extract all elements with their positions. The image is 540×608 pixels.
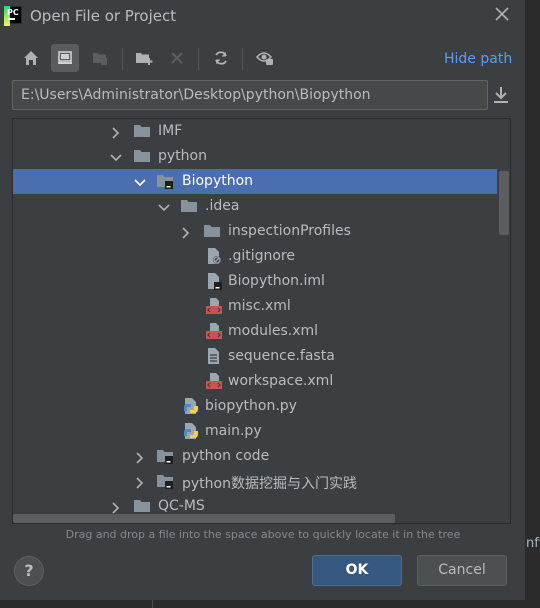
background-strip [0,600,540,608]
folder-icon [180,197,198,215]
horizontal-scrollbar[interactable] [13,514,395,523]
tree-row[interactable]: modules.xml [13,319,497,344]
tree-row-label: main.py [205,423,262,439]
pycharm-logo-icon: PC [4,6,22,26]
tree-row[interactable]: .gitignore [13,244,497,269]
xml-file-icon [205,322,223,340]
tree-row-label: QC-MS [158,498,205,514]
tree-row[interactable]: workspace.xml [13,369,497,394]
toolbar-separator [122,48,123,70]
xml-file-icon [205,372,223,390]
tree-row-label: .gitignore [228,248,295,264]
project-folder-icon [156,472,174,490]
close-icon[interactable] [492,4,512,24]
tree-row-label: .idea [205,198,240,214]
project-folder-icon [156,447,174,465]
tree-row[interactable]: main.py [13,419,497,444]
folder-icon [203,222,221,240]
tree-row-label: python数据挖掘与入门实践 [182,476,357,492]
hide-path-link[interactable]: Hide path [444,51,512,67]
background-window: nfi [526,0,540,600]
new-folder-icon[interactable] [130,44,158,72]
tree-row[interactable]: biopython.py [13,394,497,419]
tree-row-label: biopython.py [205,398,297,414]
python-file-icon [182,397,200,415]
chevron-right-icon[interactable] [133,450,147,464]
toolbar-separator [198,48,199,70]
python-file-icon [182,422,200,440]
chevron-right-icon[interactable] [109,500,123,514]
tree-row-label: workspace.xml [228,373,334,389]
tree-row-label: misc.xml [228,298,291,314]
tree-row[interactable]: sequence.fasta [13,344,497,369]
tree-row-label: IMF [158,123,183,139]
tree-row-label: modules.xml [228,323,319,339]
chevron-down-icon[interactable] [109,150,123,164]
toolbar-separator [242,48,243,70]
tree-row-label: Biopython [182,173,254,189]
tree-row-label: Biopython.iml [228,273,325,289]
tree-row-label: python [158,148,207,164]
folder-icon [133,122,151,140]
cancel-button[interactable]: Cancel [417,555,507,586]
background-text: nfi [526,536,540,551]
tree-row[interactable]: Biopython.iml [13,269,497,294]
ignored-file-icon [205,247,223,265]
help-button[interactable]: ? [14,556,44,586]
ok-button[interactable]: OK [312,555,402,586]
folder-icon [133,497,151,515]
download-icon[interactable] [490,84,512,106]
tree-row-selected[interactable]: Biopython [13,169,497,194]
tree-row[interactable]: python数据挖掘与入门实践 [13,469,497,494]
show-hidden-icon[interactable] [251,44,279,72]
tree-row[interactable]: inspectionProfiles [13,219,497,244]
tree-row-label: sequence.fasta [228,348,335,364]
project-folder-icon [156,172,174,190]
chevron-right-icon[interactable] [109,125,123,139]
refresh-icon[interactable] [207,44,235,72]
drag-drop-hint: Drag and drop a file into the space abov… [65,528,461,541]
tree-row[interactable]: .idea [13,194,497,219]
iml-file-icon [205,272,223,290]
tree-row[interactable]: python [13,144,497,169]
text-file-icon [205,347,223,365]
chevron-right-icon[interactable] [179,225,193,239]
tree-row[interactable]: IMF [13,119,497,144]
background-divider [152,600,153,608]
xml-file-icon [205,297,223,315]
title-bar: PC Open File or Project [0,0,526,32]
chevron-right-icon[interactable] [133,475,147,489]
home-icon[interactable] [17,44,45,72]
chevron-down-icon[interactable] [157,200,171,214]
tree-row[interactable]: python code [13,444,497,469]
dialog-title: Open File or Project [30,7,177,25]
project-icon[interactable] [86,44,114,72]
open-file-dialog: PC Open File or Project Hide path E:\Use… [0,0,526,600]
delete-icon[interactable] [163,44,191,72]
vertical-scrollbar[interactable] [499,171,509,235]
toolbar: Hide path [0,44,526,76]
folder-icon [133,147,151,165]
file-tree[interactable]: IMF python Biopython .idea inspectionPro… [12,118,511,524]
tree-row-label: python code [182,448,270,464]
chevron-down-icon[interactable] [133,175,147,189]
tree-row-label: inspectionProfiles [228,223,351,239]
path-input[interactable]: E:\Users\Administrator\Desktop\python\Bi… [12,80,488,110]
tree-row[interactable]: misc.xml [13,294,497,319]
desktop-icon[interactable] [51,44,79,72]
